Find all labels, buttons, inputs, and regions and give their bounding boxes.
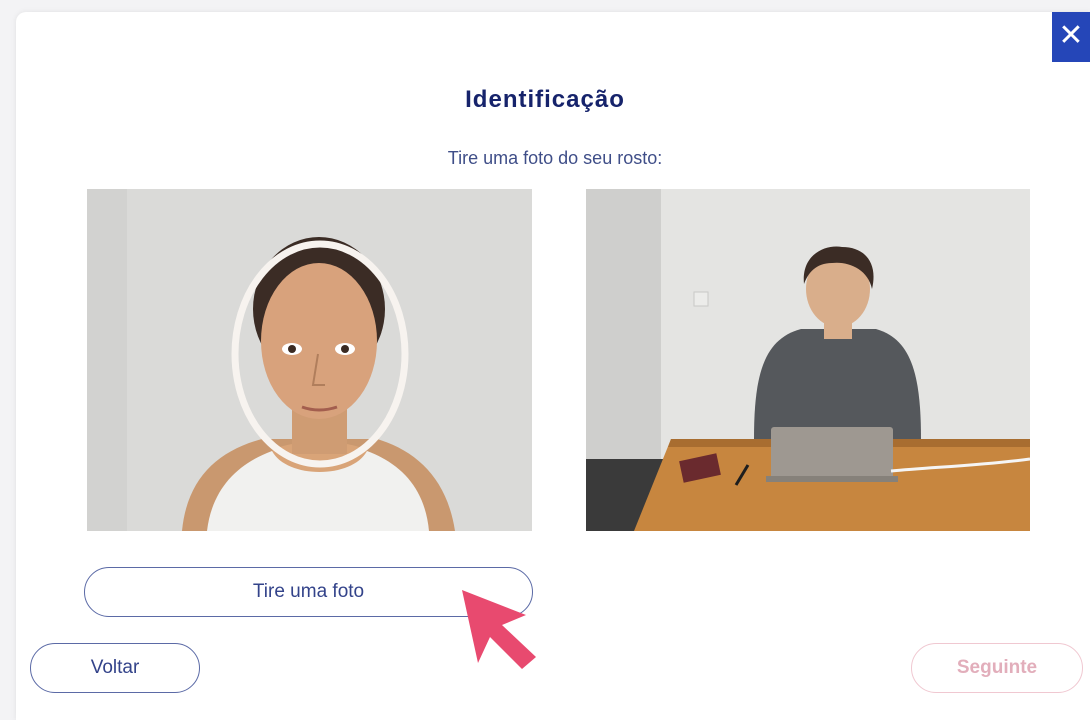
- camera-preview: [87, 189, 532, 531]
- back-button[interactable]: Voltar: [30, 643, 200, 693]
- dialog-subtitle: Tire uma foto do seu rosto:: [447, 148, 663, 168]
- next-button[interactable]: Seguinte: [911, 643, 1083, 693]
- selfie-image: [87, 189, 532, 531]
- pointer-arrow-icon: [462, 590, 536, 669]
- dialog-title: Identificação: [465, 86, 625, 113]
- example-photo: [586, 189, 1030, 531]
- close-button[interactable]: ✕: [1052, 12, 1090, 62]
- close-icon: ✕: [1058, 18, 1084, 53]
- example-image: [586, 189, 1030, 531]
